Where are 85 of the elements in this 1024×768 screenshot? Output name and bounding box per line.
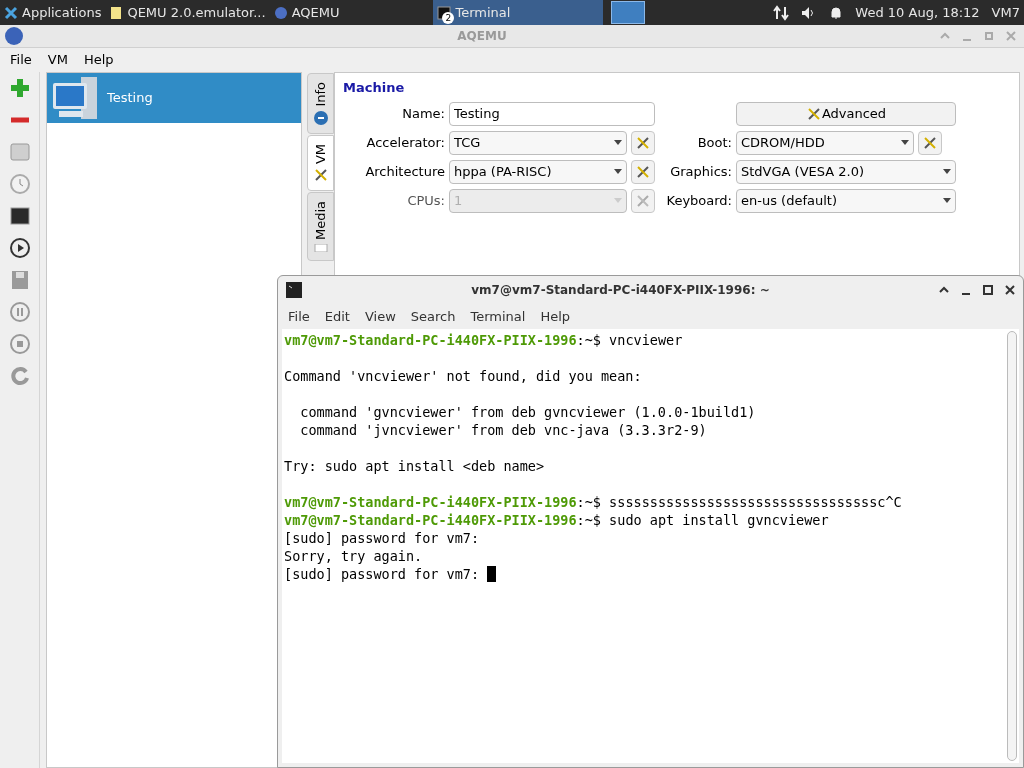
tools-icon — [635, 134, 651, 151]
menu-item[interactable]: Help — [534, 306, 577, 327]
menu-item[interactable]: Search — [404, 306, 462, 327]
tools-icon — [922, 134, 938, 151]
menu-item[interactable]: VM — [41, 50, 74, 70]
document-icon — [109, 5, 124, 20]
maximize-icon[interactable] — [983, 285, 993, 295]
output-text: [sudo] password for vm7: — [284, 529, 480, 547]
globe-icon — [273, 5, 288, 20]
tools-icon — [313, 167, 328, 182]
output-text: command 'gvncviewer' from deb gvncviewer (1.0.0-1build1) — [299, 403, 756, 421]
side-tab[interactable]: VM — [307, 134, 334, 191]
configure-button[interactable] — [918, 130, 942, 155]
command-text: :~$ sudo apt install gvncviewer — [576, 511, 829, 529]
window-title: AQEMU — [456, 28, 508, 45]
output-text: Sorry, try again. — [284, 547, 423, 565]
close-icon[interactable] — [1005, 285, 1015, 295]
clock[interactable]: Wed 10 Aug, 18:12 — [855, 2, 980, 23]
globe-icon — [4, 26, 24, 46]
caret-icon — [614, 198, 622, 203]
network-icon[interactable] — [773, 4, 790, 21]
field-label: CPUs: — [406, 191, 445, 210]
caret-icon — [614, 140, 622, 145]
computer-icon — [51, 75, 99, 121]
dropdown[interactable]: hppa (PA-RISC) — [449, 159, 627, 184]
configure-button[interactable] — [631, 159, 655, 184]
dropdown[interactable]: StdVGA (VESA 2.0) — [736, 159, 956, 184]
taskbar-task[interactable]: AQEMU — [269, 0, 344, 25]
side-tab[interactable]: Info — [307, 73, 334, 134]
stop-icon[interactable] — [7, 332, 32, 356]
command-text: :~$ sssssssssssssssssssssssssssssssssc^C — [576, 493, 902, 511]
menu-item[interactable]: File — [282, 306, 316, 327]
output-text: Command 'vncviewer' not found, did you mean: — [284, 367, 642, 385]
name-field[interactable]: Testing — [449, 101, 655, 126]
field-label: Keyboard: — [665, 191, 732, 210]
x-logo-icon — [4, 5, 18, 20]
command-text: :~$ vncviewer — [576, 331, 683, 349]
field-label: Graphics: — [669, 162, 732, 181]
user-name[interactable]: VM7 — [991, 2, 1020, 23]
tools-icon — [635, 192, 651, 209]
side-tab[interactable]: Media — [307, 191, 334, 261]
dropdown[interactable]: en-us (default) — [736, 188, 956, 213]
configure-button[interactable] — [631, 130, 655, 155]
prompt-text: vm7@vm7-Standard-PC-i440FX-PIIX-1996 — [284, 493, 577, 511]
terminal-icon[interactable] — [7, 204, 32, 228]
terminal-icon — [437, 5, 452, 20]
shade-icon[interactable] — [939, 285, 949, 295]
taskbar-task[interactable]: 2 Terminal — [433, 0, 604, 25]
menu-item[interactable]: View — [358, 306, 402, 327]
output-text: command 'jvncviewer' from deb vnc-java (3.3.3r2-9) — [299, 421, 707, 439]
menu-item[interactable]: Help — [77, 50, 120, 70]
applications-menu[interactable]: Applications — [0, 0, 106, 25]
caret-icon — [614, 169, 622, 174]
terminal-icon — [286, 282, 302, 298]
field-label: Accelerator: — [365, 133, 445, 152]
info-icon — [313, 110, 328, 125]
tools-icon — [805, 105, 822, 122]
bell-icon[interactable] — [829, 5, 844, 20]
workspace-switcher[interactable] — [611, 1, 646, 24]
tools-icon — [635, 163, 651, 180]
section-title: Machine — [343, 79, 406, 98]
taskbar-task[interactable]: QEMU 2.0.emulator... — [105, 0, 270, 25]
dropdown[interactable]: TCG — [449, 130, 627, 155]
field-label: Boot: — [696, 133, 732, 152]
window-title: vm7@vm7-Standard-PC-i440FX-PIIX-1996: ~ — [470, 282, 771, 299]
scrollbar[interactable] — [1007, 331, 1017, 761]
count-badge: 2 — [442, 12, 455, 24]
prompt-text: vm7@vm7-Standard-PC-i440FX-PIIX-1996 — [284, 331, 577, 349]
pause-icon[interactable] — [7, 300, 32, 324]
caret-icon — [943, 169, 951, 174]
output-text: Try: sudo apt install <deb name> — [284, 457, 545, 475]
field-label: Architecture — [364, 162, 445, 181]
menu-item[interactable]: Terminal — [464, 306, 532, 327]
vm-list-item[interactable]: Testing — [47, 73, 301, 123]
advanced-button[interactable]: Advanced — [736, 101, 956, 126]
output-text: [sudo] password for vm7: — [284, 565, 481, 583]
dropdown[interactable]: CDROM/HDD — [736, 130, 914, 155]
prompt-text: vm7@vm7-Standard-PC-i440FX-PIIX-1996 — [284, 511, 577, 529]
media-icon — [313, 243, 328, 252]
caret-icon — [943, 198, 951, 203]
play-icon[interactable] — [7, 236, 32, 260]
caret-icon — [901, 140, 909, 145]
field-label: Name: — [401, 104, 445, 123]
menu-item[interactable]: Edit — [318, 306, 356, 327]
menu-item[interactable]: File — [4, 50, 38, 70]
